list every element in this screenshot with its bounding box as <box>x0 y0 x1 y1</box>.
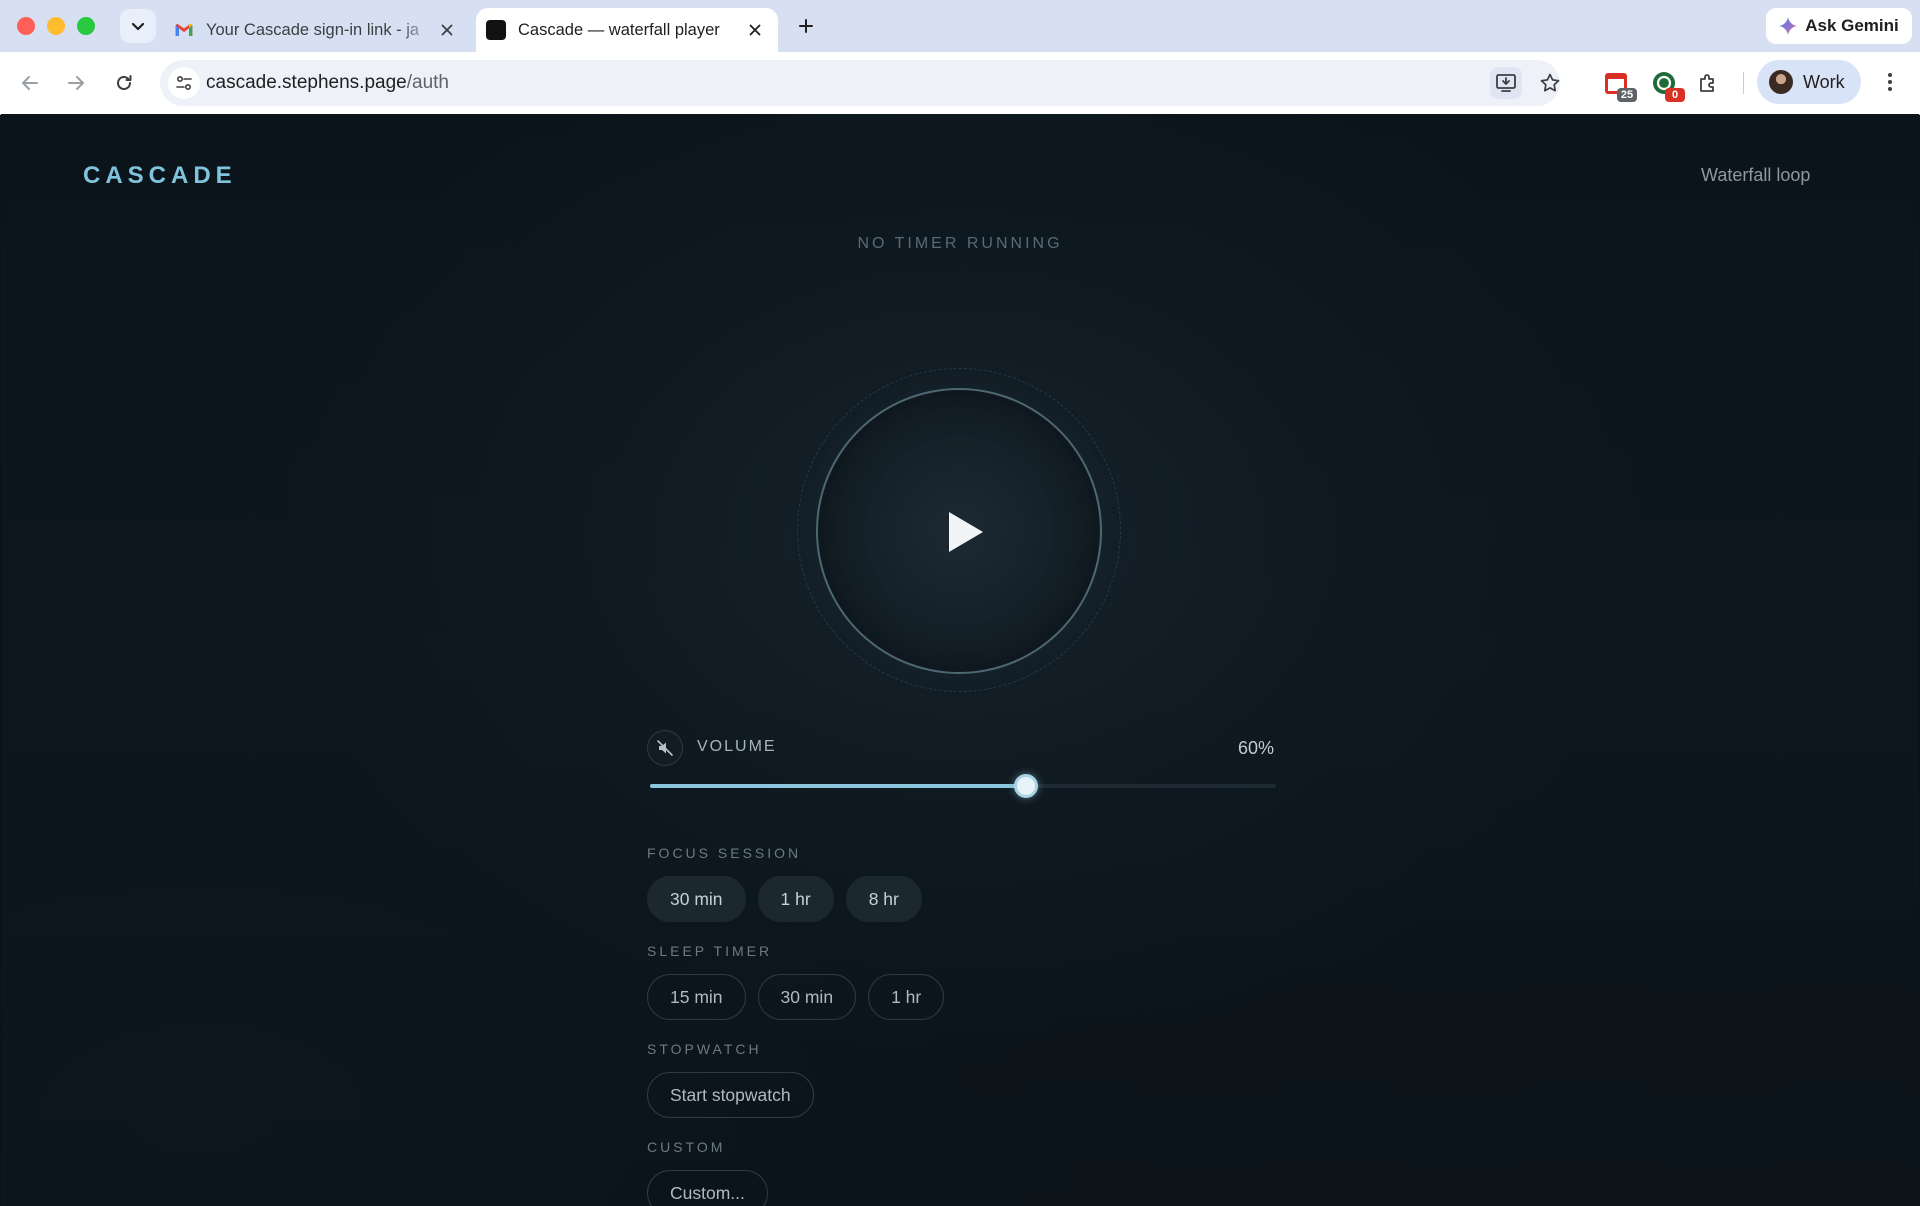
sleep-timer-options: 15 min 30 min 1 hr <box>647 974 945 1020</box>
focus-1hr-button[interactable]: 1 hr <box>757 876 834 922</box>
mute-button[interactable] <box>647 730 683 766</box>
sleep-timer-label: SLEEP TIMER <box>647 943 773 959</box>
volume-slider[interactable] <box>650 774 1276 798</box>
install-desktop-icon <box>1496 74 1516 92</box>
tab-cascade[interactable]: Cascade — waterfall player <box>476 8 778 52</box>
close-tab-button[interactable] <box>742 17 768 43</box>
speaker-muted-icon <box>657 740 673 756</box>
track-name: Waterfall loop <box>1701 165 1811 185</box>
volume-label: VOLUME <box>697 738 777 755</box>
ask-gemini-button[interactable]: Ask Gemini <box>1766 8 1912 44</box>
tab-gmail[interactable]: Your Cascade sign-in link - ja <box>164 8 470 52</box>
maximize-window-button[interactable] <box>77 17 95 35</box>
browser-menu-button[interactable] <box>1874 66 1906 98</box>
volume-value: 60% <box>1237 738 1274 758</box>
gmail-icon <box>175 23 193 36</box>
sleep-15min-button[interactable]: 15 min <box>647 974 746 1020</box>
tab-search-button[interactable] <box>120 9 156 43</box>
puzzle-icon <box>1700 74 1714 92</box>
cascade-favicon <box>486 20 506 40</box>
address-bar[interactable]: cascade.stephens.page/auth <box>160 60 1560 106</box>
more-vertical-icon <box>1888 73 1892 91</box>
gemini-sparkle-icon <box>1779 17 1798 35</box>
back-button[interactable] <box>14 67 46 99</box>
extensions-button[interactable] <box>1692 66 1726 100</box>
tab-title: Your Cascade sign-in link - ja <box>206 20 420 39</box>
close-tab-button[interactable] <box>434 17 460 43</box>
chat-extension-badge: 0 <box>1665 88 1685 102</box>
plus-icon <box>799 19 813 33</box>
custom-label: CUSTOM <box>647 1139 726 1155</box>
tab-strip: Your Cascade sign-in link - ja Cascade —… <box>0 0 1920 52</box>
install-app-button[interactable] <box>1490 67 1522 99</box>
sleep-30min-button[interactable]: 30 min <box>757 974 857 1020</box>
tune-icon <box>176 75 192 91</box>
calendar-extension-button[interactable]: 25 <box>1599 66 1637 102</box>
close-icon <box>441 24 453 36</box>
chevron-down-icon <box>131 22 145 31</box>
volume-slider-fill <box>650 784 1026 788</box>
stopwatch-options: Start stopwatch <box>647 1072 814 1118</box>
url-path: /auth <box>406 72 449 93</box>
calendar-extension-badge: 25 <box>1617 88 1637 102</box>
close-icon <box>749 24 761 36</box>
toolbar-separator <box>1743 72 1744 94</box>
start-stopwatch-button[interactable]: Start stopwatch <box>647 1072 814 1118</box>
arrow-right-icon <box>68 76 84 90</box>
play-icon <box>949 512 983 552</box>
star-icon <box>1540 73 1560 92</box>
url-host: cascade.stephens.page <box>206 72 407 93</box>
bookmark-button[interactable] <box>1534 67 1566 99</box>
profile-label: Work <box>1803 71 1845 92</box>
close-window-button[interactable] <box>17 17 35 35</box>
arrow-left-icon <box>22 76 38 90</box>
reload-button[interactable] <box>108 67 140 99</box>
forward-button[interactable] <box>60 67 92 99</box>
url-text[interactable]: cascade.stephens.page/auth <box>206 72 449 94</box>
avatar <box>1769 70 1793 94</box>
browser-toolbar: cascade.stephens.page/auth 25 0 <box>0 52 1920 115</box>
minimize-window-button[interactable] <box>47 17 65 35</box>
app-logo[interactable]: CASCADE <box>83 162 237 190</box>
site-info-button[interactable] <box>168 67 200 99</box>
stopwatch-label: STOPWATCH <box>647 1041 762 1057</box>
custom-options: Custom... <box>647 1170 768 1206</box>
timer-status: NO TIMER RUNNING <box>857 235 1063 252</box>
profile-button[interactable]: Work <box>1757 60 1861 104</box>
cascade-page: CASCADE Waterfall loop NO TIMER RUNNING … <box>1 114 1919 1206</box>
tab-title: Cascade — waterfall player <box>518 20 720 39</box>
new-tab-button[interactable] <box>792 12 820 40</box>
ask-gemini-label: Ask Gemini <box>1805 16 1899 35</box>
focus-8hr-button[interactable]: 8 hr <box>845 876 922 922</box>
chat-extension-button[interactable]: 0 <box>1647 66 1685 102</box>
reload-icon <box>117 75 132 90</box>
focus-session-label: FOCUS SESSION <box>647 845 802 861</box>
browser-window: Your Cascade sign-in link - ja Cascade —… <box>0 0 1920 1206</box>
focus-session-options: 30 min 1 hr 8 hr <box>647 876 922 922</box>
sleep-1hr-button[interactable]: 1 hr <box>868 974 945 1020</box>
volume-slider-thumb[interactable] <box>1013 774 1038 798</box>
focus-30min-button[interactable]: 30 min <box>647 876 746 922</box>
custom-timer-button[interactable]: Custom... <box>647 1170 768 1206</box>
